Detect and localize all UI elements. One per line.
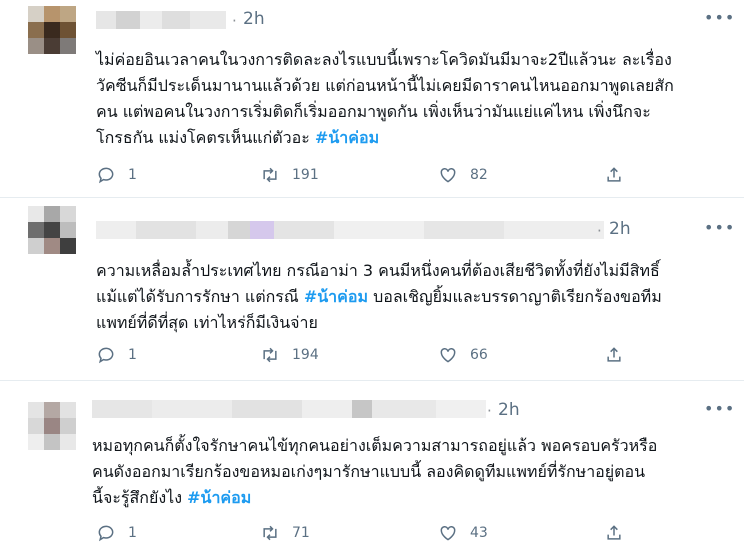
- heart-icon: [440, 525, 456, 541]
- tweet-line: ไม่ค่อยอินเวลาคนในวงการติดละลงไรแบบนี้เพ…: [96, 50, 672, 69]
- avatar[interactable]: [28, 206, 76, 254]
- retweet-count: 191: [292, 167, 319, 183]
- like-count: 43: [470, 525, 488, 541]
- share-icon: [607, 167, 621, 182]
- reply-button[interactable]: 1: [96, 523, 137, 543]
- reply-icon: [98, 167, 114, 184]
- share-icon: [607, 525, 621, 540]
- more-icon[interactable]: •••: [704, 8, 735, 27]
- tweet-2[interactable]: · 2h ••• ความเหลื่อมล้ำประเทศไทย กรณีอาม…: [0, 198, 744, 381]
- retweet-count: 194: [292, 347, 319, 363]
- tweet-line-text: โกรธกัน แม่งโคตรเห็นแก่ตัวอะ: [96, 128, 315, 147]
- hashtag-link[interactable]: #น้าค่อม: [304, 287, 368, 306]
- avatar[interactable]: [28, 402, 76, 450]
- tweet-line: แพทย์ที่ดีที่สุด เท่าไหร่ก็มีเงินจ่าย: [96, 313, 318, 332]
- tweet-line: วัคซีนก็มีประเด็นมานานแล้วด้วย แต่ก่อนหน…: [96, 76, 674, 95]
- tweet-1[interactable]: · 2h ••• ไม่ค่อยอินเวลาคนในวงการติดละลงไ…: [0, 0, 744, 198]
- more-icon[interactable]: •••: [704, 218, 735, 237]
- retweet-count: 71: [292, 525, 310, 541]
- reply-count: 1: [128, 347, 137, 363]
- tweet-line-text: แม้แต่ได้รับการรักษา แต่กรณี: [96, 287, 304, 306]
- tweet-line: หมอทุกคนก็ตั้งใจรักษาคนไข้ทุกคนอย่างเต็ม…: [92, 436, 658, 455]
- heart-icon: [440, 347, 456, 363]
- like-count: 66: [470, 347, 488, 363]
- avatar[interactable]: [28, 6, 76, 54]
- share-button[interactable]: [604, 345, 624, 365]
- like-button[interactable]: 82: [438, 165, 488, 185]
- like-count: 82: [470, 167, 488, 183]
- reply-icon: [98, 525, 114, 542]
- tweet-line: คน แต่พอคนในวงการเริ่มติดก็เริ่มออกมาพูด…: [96, 102, 651, 121]
- hashtag-link[interactable]: #น้าค่อม: [315, 128, 379, 147]
- tweet-line-text: นี้จะรู้สึกยังไง: [92, 488, 188, 507]
- heart-icon: [440, 167, 456, 183]
- share-icon: [607, 347, 621, 362]
- reply-icon: [98, 347, 114, 364]
- tweet-text: ไม่ค่อยอินเวลาคนในวงการติดละลงไรแบบนี้เพ…: [96, 47, 674, 151]
- timestamp[interactable]: 2h: [243, 9, 265, 29]
- tweet-line: ความเหลื่อมล้ำประเทศไทย กรณีอาม่า 3 คนมี…: [96, 261, 660, 280]
- hashtag-link[interactable]: #น้าค่อม: [187, 488, 251, 507]
- dot-separator: ·: [232, 12, 237, 30]
- tweet-line: โกรธกัน แม่งโคตรเห็นแก่ตัวอะ #น้าค่อม: [96, 125, 674, 151]
- retweet-button[interactable]: 194: [260, 345, 319, 365]
- tweet-line-text: บอลเชิญยิ้มและบรรดาญาติเรียกร้องขอทีม: [368, 287, 662, 306]
- like-button[interactable]: 43: [438, 523, 488, 543]
- reply-count: 1: [128, 525, 137, 541]
- dot-separator: ·: [487, 402, 492, 420]
- retweet-button[interactable]: 191: [260, 165, 319, 185]
- retweet-icon: [263, 525, 277, 541]
- retweet-icon: [263, 167, 277, 183]
- user-name-blurred[interactable]: [92, 400, 486, 418]
- retweet-icon: [263, 347, 277, 363]
- user-name-blurred[interactable]: [96, 11, 226, 29]
- share-button[interactable]: [604, 523, 624, 543]
- reply-button[interactable]: 1: [96, 165, 137, 185]
- timestamp[interactable]: 2h: [609, 219, 631, 239]
- like-button[interactable]: 66: [438, 345, 488, 365]
- retweet-button[interactable]: 71: [260, 523, 310, 543]
- more-icon[interactable]: •••: [704, 399, 735, 418]
- tweet-line: แม้แต่ได้รับการรักษา แต่กรณี #น้าค่อม บอ…: [96, 284, 662, 310]
- tweet-line: นี้จะรู้สึกยังไง #น้าค่อม: [92, 485, 657, 511]
- tweet-3[interactable]: · 2h ••• หมอทุกคนก็ตั้งใจรักษาคนไข้ทุกคน…: [0, 381, 744, 556]
- user-name-blurred[interactable]: [96, 221, 604, 239]
- tweet-text: ความเหลื่อมล้ำประเทศไทย กรณีอาม่า 3 คนมี…: [96, 258, 662, 336]
- timestamp[interactable]: 2h: [498, 400, 520, 420]
- reply-count: 1: [128, 167, 137, 183]
- tweet-line: คนดังออกมาเรียกร้องขอหมอเก่งๆมารักษาแบบน…: [92, 462, 646, 481]
- tweet-text: หมอทุกคนก็ตั้งใจรักษาคนไข้ทุกคนอย่างเต็ม…: [92, 433, 657, 511]
- share-button[interactable]: [604, 165, 624, 185]
- dot-separator: ·: [597, 222, 602, 240]
- reply-button[interactable]: 1: [96, 345, 137, 365]
